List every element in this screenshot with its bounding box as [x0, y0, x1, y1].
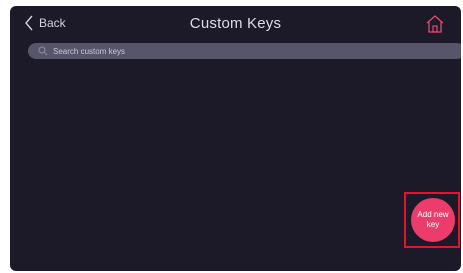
add-new-key-label: Add new key [417, 210, 449, 229]
search-input[interactable] [53, 46, 433, 56]
add-new-key-button[interactable]: Add new key [411, 198, 455, 242]
search-bar [28, 43, 461, 59]
top-bar: Back Custom Keys [10, 6, 461, 40]
page-title: Custom Keys [189, 15, 282, 32]
search-icon [38, 46, 48, 56]
home-icon[interactable] [425, 14, 445, 34]
custom-keys-screen: Back Custom Keys Add new key [10, 6, 461, 271]
